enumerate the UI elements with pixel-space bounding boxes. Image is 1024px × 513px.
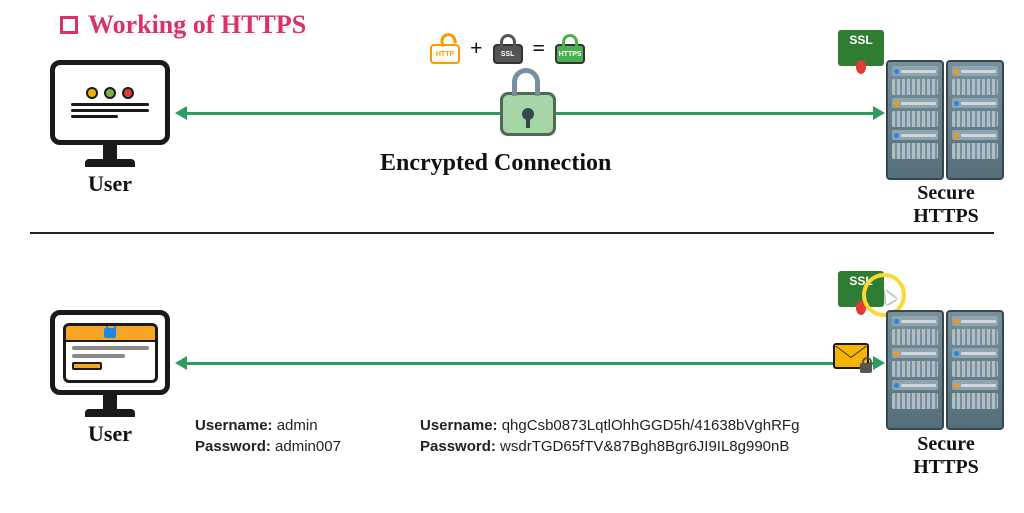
top-section: User Encrypted Connection SSL Se [0, 40, 1024, 220]
plain-password-label: Password: [195, 438, 271, 455]
envelope-icon [833, 343, 869, 369]
user-computer-login-icon: User [50, 310, 170, 447]
server-label-top: Secure HTTPS [876, 182, 1016, 228]
server-icon-top [886, 60, 1006, 180]
enc-password-value: wsdrTGD65fTV&87Bgh8Bgr6JI9IL8g990nB [500, 438, 789, 455]
plain-password-value: admin007 [275, 438, 341, 455]
enc-password-label: Password: [420, 438, 496, 455]
envelope-lock-icon [860, 363, 872, 373]
plaintext-credentials: Username: admin Password: admin007 [195, 415, 341, 457]
encrypted-credentials: Username: qhgCsb0873LqtlOhhGGD5h/41638bV… [420, 415, 799, 457]
bullet-icon [60, 16, 78, 34]
bottom-section: User SSL Secure HTTPS [0, 255, 1024, 495]
user-label-bottom: User [50, 421, 170, 447]
server-label-bottom: Secure HTTPS [876, 433, 1016, 479]
lock-icon [104, 328, 116, 338]
slide-title: Working of HTTPS [60, 10, 306, 40]
connection-arrow-bottom [185, 362, 875, 365]
ssl-certificate-icon: SSL [838, 30, 884, 66]
padlock-icon [500, 92, 556, 136]
user-label-top: User [50, 171, 170, 197]
enc-username-value: qhgCsb0873LqtlOhhGGD5h/41638bVghRFg [502, 417, 800, 434]
encrypted-connection-label: Encrypted Connection [380, 150, 611, 177]
title-text: Working of HTTPS [88, 10, 306, 40]
enc-username-label: Username: [420, 417, 498, 434]
plain-username-value: admin [277, 417, 318, 434]
plain-username-label: Username: [195, 417, 273, 434]
user-computer-icon: User [50, 60, 170, 197]
section-divider [30, 232, 994, 234]
ssl-badge-text: SSL [849, 33, 872, 47]
server-icon-bottom [886, 310, 1006, 430]
